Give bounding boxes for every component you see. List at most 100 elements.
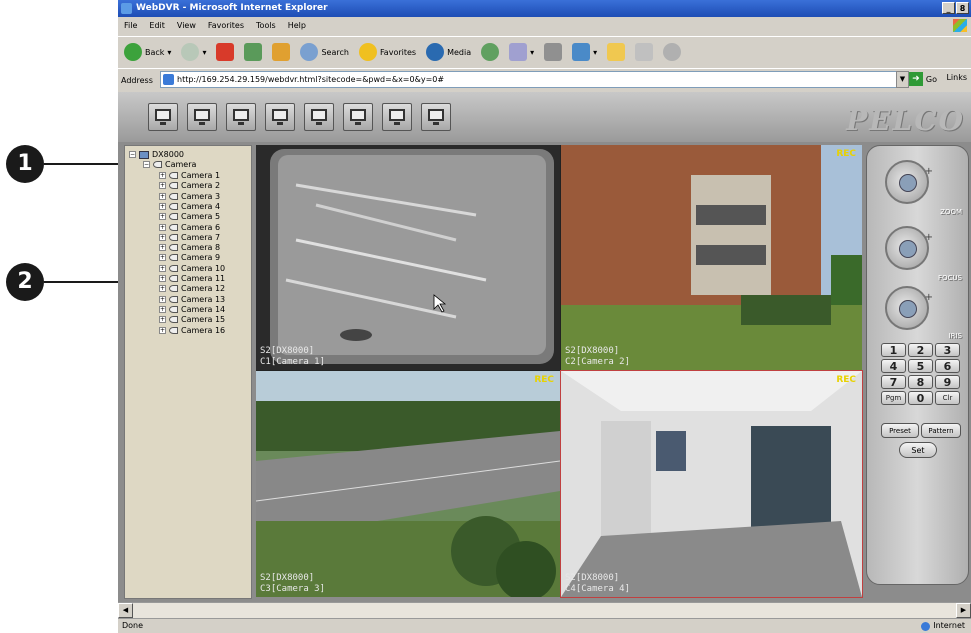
- folder-button[interactable]: [605, 40, 627, 64]
- tree-item-camera[interactable]: + Camera 9: [159, 253, 220, 262]
- sequence-button[interactable]: [421, 103, 451, 131]
- forward-button[interactable]: ▾: [179, 40, 208, 64]
- menu-help[interactable]: Help: [282, 18, 312, 34]
- key-pgm[interactable]: Pgm: [881, 391, 906, 405]
- layout-3x3-button[interactable]: [226, 103, 256, 131]
- key-4[interactable]: 4: [881, 359, 906, 373]
- layout-2x2-button[interactable]: [187, 103, 217, 131]
- key-7[interactable]: 7: [881, 375, 906, 389]
- research-button[interactable]: [633, 40, 655, 64]
- iris-control[interactable]: +: [885, 286, 933, 330]
- tree-node-root[interactable]: − DX8000: [129, 150, 184, 159]
- expand-icon[interactable]: +: [159, 182, 166, 190]
- messenger-button[interactable]: [661, 40, 683, 64]
- restore-button[interactable]: 8: [956, 2, 969, 14]
- layout-4x4-button[interactable]: [265, 103, 295, 131]
- expand-icon[interactable]: +: [159, 326, 166, 334]
- print-button[interactable]: [542, 40, 564, 64]
- expand-icon[interactable]: +: [159, 275, 166, 282]
- window-title: WebDVR - Microsoft Internet Explorer: [136, 3, 328, 13]
- tree-item-camera[interactable]: + Camera 13: [159, 295, 225, 304]
- security-zone: Internet: [921, 619, 965, 633]
- stop-button[interactable]: [214, 40, 236, 64]
- layout-1plus7-button[interactable]: [343, 103, 373, 131]
- mail-button[interactable]: ▾: [507, 40, 536, 64]
- expand-icon[interactable]: +: [159, 233, 166, 241]
- key-clr[interactable]: Clr: [935, 391, 960, 405]
- tree-item-camera[interactable]: + Camera 8: [159, 243, 220, 252]
- layout-1plus5-button[interactable]: [304, 103, 334, 131]
- tree-item-camera[interactable]: + Camera 5: [159, 212, 220, 221]
- expand-icon[interactable]: +: [159, 172, 166, 179]
- address-dropdown-button[interactable]: ▼: [896, 71, 909, 88]
- menu-edit[interactable]: Edit: [143, 18, 171, 34]
- tree-item-camera[interactable]: + Camera 2: [159, 181, 220, 190]
- tree-item-camera[interactable]: + Camera 10: [159, 264, 225, 273]
- expand-icon[interactable]: +: [159, 264, 166, 272]
- set-button[interactable]: Set: [899, 442, 937, 458]
- video-tile-2[interactable]: REC S2[DX8000] C2[Camera 2]: [561, 145, 862, 370]
- expand-icon[interactable]: +: [159, 244, 166, 252]
- key-8[interactable]: 8: [908, 375, 933, 389]
- go-button[interactable]: ➜ Go: [908, 72, 937, 86]
- scroll-left-icon[interactable]: ◀: [118, 603, 133, 618]
- monitor-icon: [272, 109, 288, 125]
- key-5[interactable]: 5: [908, 359, 933, 373]
- tree-node-camera-group[interactable]: − Camera: [143, 160, 196, 169]
- focus-control[interactable]: +: [885, 226, 933, 270]
- layout-1x1-button[interactable]: [148, 103, 178, 131]
- menu-favorites[interactable]: Favorites: [202, 18, 250, 34]
- key-0[interactable]: 0: [908, 391, 933, 405]
- tree-item-camera[interactable]: + Camera 1: [159, 171, 220, 180]
- expand-icon[interactable]: +: [159, 295, 166, 303]
- horizontal-scrollbar[interactable]: ◀ ▶: [118, 602, 971, 619]
- video-tile-3[interactable]: REC S2[DX8000] C3[Camera 3]: [256, 371, 560, 597]
- tree-item-camera[interactable]: + Camera 16: [159, 326, 225, 335]
- menu-tools[interactable]: Tools: [250, 18, 282, 34]
- home-button[interactable]: [270, 40, 292, 64]
- collapse-icon[interactable]: −: [143, 161, 150, 168]
- key-1[interactable]: 1: [881, 343, 906, 357]
- tree-item-camera[interactable]: + Camera 3: [159, 192, 220, 201]
- edit-button[interactable]: ▾: [570, 40, 599, 64]
- collapse-icon[interactable]: −: [129, 151, 136, 158]
- tree-item-camera[interactable]: + Camera 6: [159, 223, 220, 232]
- key-2[interactable]: 2: [908, 343, 933, 357]
- scroll-right-icon[interactable]: ▶: [956, 603, 971, 618]
- key-6[interactable]: 6: [935, 359, 960, 373]
- back-button[interactable]: Back ▾: [122, 40, 173, 64]
- tree-item-camera[interactable]: + Camera 4: [159, 202, 220, 211]
- tree-item-camera[interactable]: + Camera 7: [159, 233, 220, 242]
- refresh-button[interactable]: [242, 40, 264, 64]
- layout-1plus12-button[interactable]: [382, 103, 412, 131]
- expand-icon[interactable]: +: [159, 223, 166, 231]
- key-9[interactable]: 9: [935, 375, 960, 389]
- favorites-button[interactable]: Favorites: [357, 40, 418, 64]
- video-tile-1[interactable]: S2[DX8000] C1[Camera 1]: [256, 145, 560, 370]
- menu-view[interactable]: View: [171, 18, 202, 34]
- video-tile-4[interactable]: REC S2[DX8000] C4[Camera 4]: [560, 370, 863, 598]
- preset-button[interactable]: Preset: [881, 423, 919, 438]
- key-3[interactable]: 3: [935, 343, 960, 357]
- tree-item-camera[interactable]: + Camera 14: [159, 305, 225, 314]
- history-button[interactable]: [479, 40, 501, 64]
- expand-icon[interactable]: +: [159, 213, 166, 221]
- address-input[interactable]: http://169.254.29.159/webdvr.html?siteco…: [160, 71, 909, 88]
- expand-icon[interactable]: +: [159, 316, 166, 324]
- expand-icon[interactable]: +: [159, 202, 166, 210]
- expand-icon[interactable]: +: [159, 254, 166, 262]
- media-button[interactable]: Media: [424, 40, 473, 64]
- tree-item-camera[interactable]: + Camera 11: [159, 274, 225, 283]
- links-button[interactable]: Links: [946, 73, 967, 82]
- status-bar: Done Internet: [118, 618, 971, 633]
- pattern-button[interactable]: Pattern: [921, 423, 961, 438]
- expand-icon[interactable]: +: [159, 305, 166, 313]
- zoom-control[interactable]: +: [885, 160, 933, 204]
- expand-icon[interactable]: +: [159, 285, 166, 293]
- tree-item-camera[interactable]: + Camera 12: [159, 284, 225, 293]
- minimize-button[interactable]: _: [942, 2, 955, 14]
- expand-icon[interactable]: +: [159, 192, 166, 200]
- search-button[interactable]: Search: [298, 40, 350, 64]
- tree-item-camera[interactable]: + Camera 15: [159, 315, 225, 324]
- menu-file[interactable]: File: [118, 18, 143, 34]
